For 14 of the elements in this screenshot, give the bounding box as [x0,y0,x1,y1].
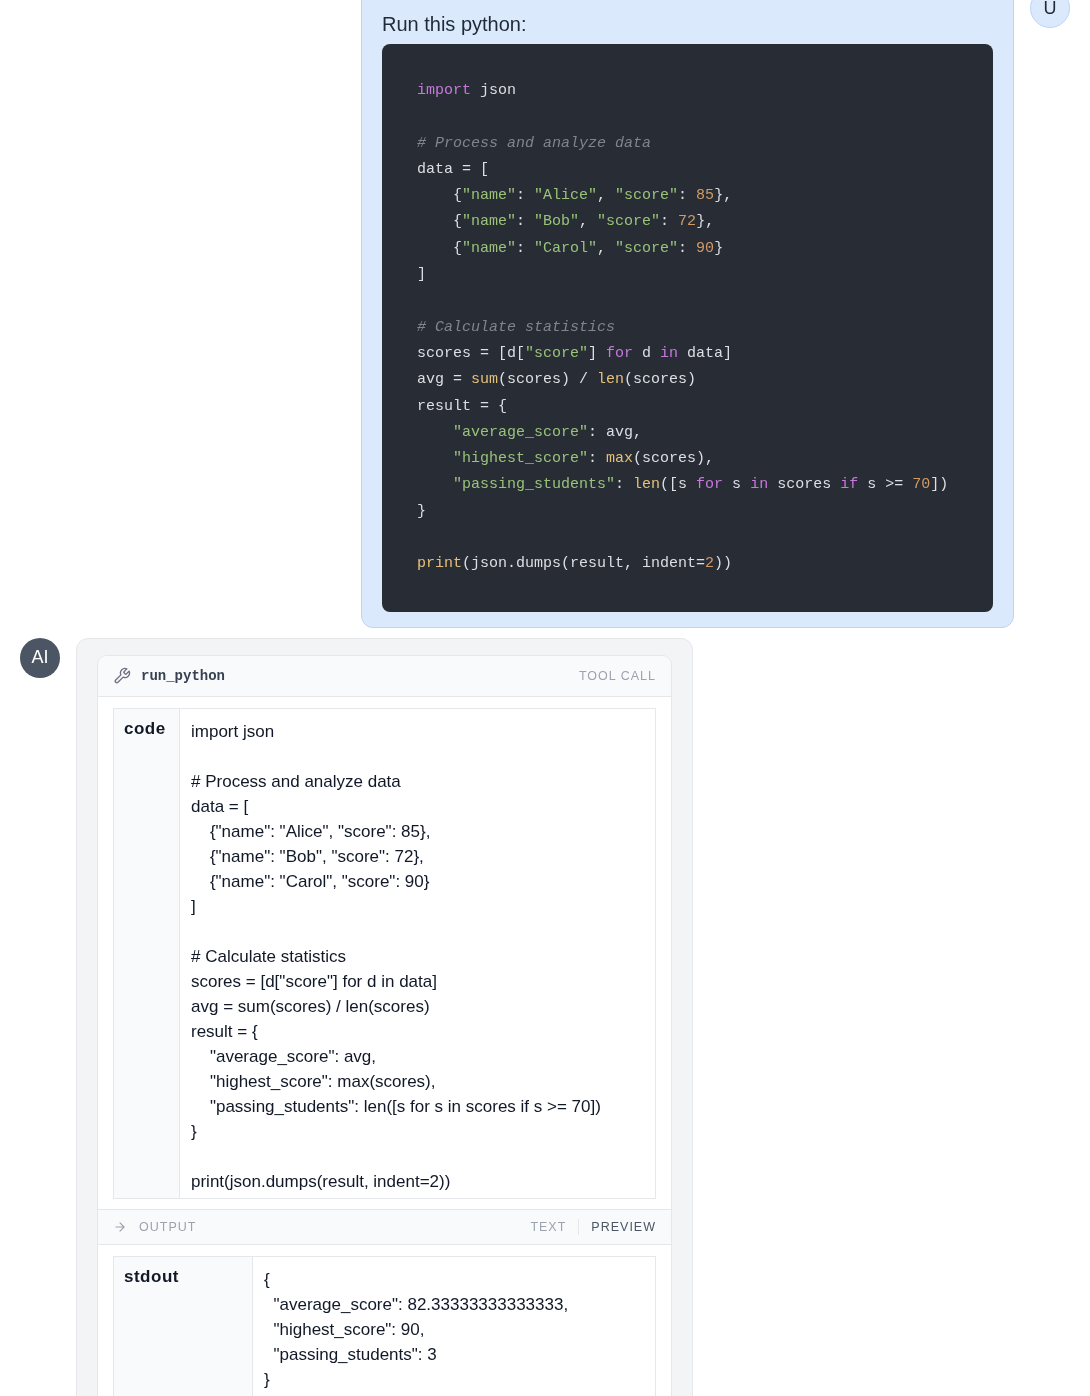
code-block: import json # Process and analyze data data = [ {"name": "Alice", "score": 85}, {"name": "Bob", "score": 72}, {"name": "Carol", "score": 90} ] # Calculate statistics scores = [d["score"] for d in data] avg = sum(scores) / len(scores) result = { "average_score": avg, "highest_score": max(scores), "passing_students": len([s for s in scores if s >= 70]) } print(json.dumps(result, indent=2)) [382,44,993,612]
tool-name: run_python [141,667,225,684]
output-key: stdout [114,1256,253,1396]
argument-value: import json # Process and analyze data data = [ {"name": "Alice", "score": 85}, {"name": "Bob", "score": 72}, {"name": "Carol", "score": 90} ] # Calculate statistics scores = [d["score"] for d in data] avg = sum(scores) / len(scores) result = { "average_score": avg, "highest_score": max(scores), "passing_students": len([s for s in scores if s >= 70]) } print(json.dumps(result, indent=2)) [190,720,602,1193]
assistant-avatar: AI [20,637,60,678]
arrow-icon [113,1219,127,1234]
output-label: OUTPUT [139,1219,197,1234]
view-tab[interactable]: PREVIEW [591,1219,656,1234]
message-text: Run this python: [382,13,528,36]
output-value: { "average_score": 82.33333333333333, "highest_score": 90, "passing_students": 3 } [263,1268,570,1391]
wrench-icon [113,666,131,685]
argument-key: code [114,708,180,1198]
tool-call-label: TOOL CALL [578,668,656,683]
user-avatar: U [1030,0,1070,28]
